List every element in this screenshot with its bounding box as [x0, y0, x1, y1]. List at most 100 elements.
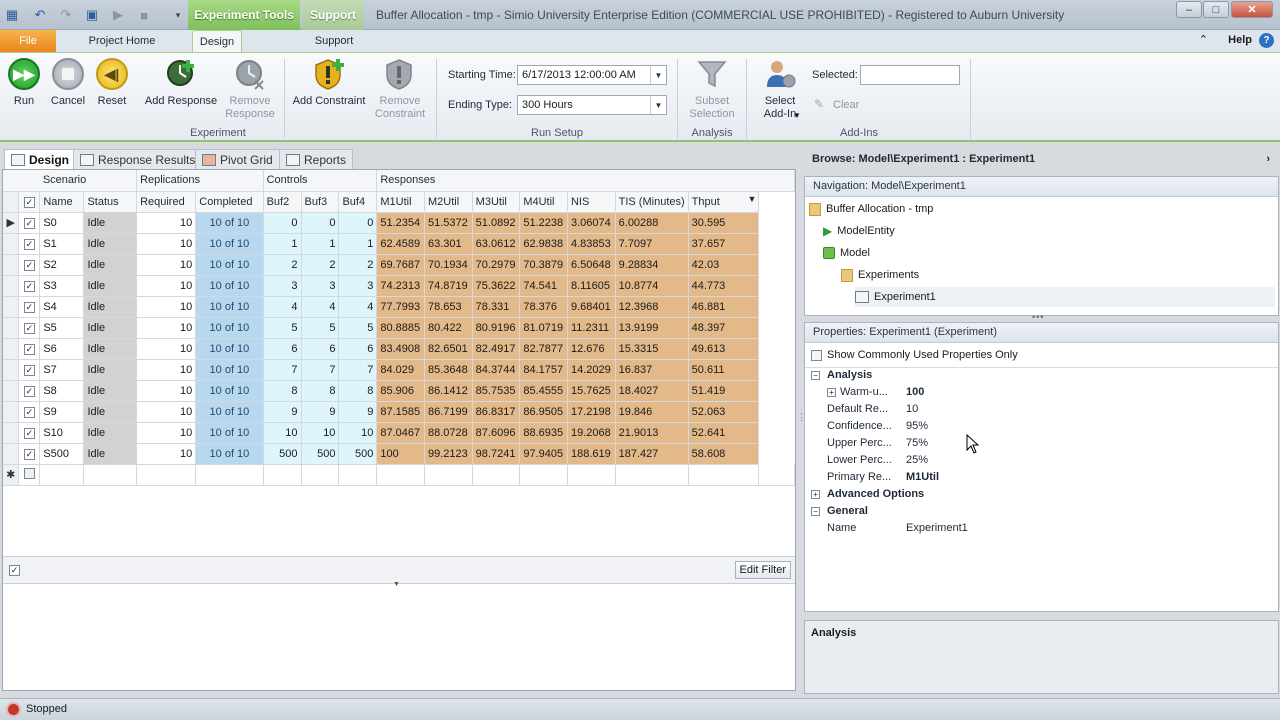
- row-indicator[interactable]: [3, 296, 20, 318]
- cell-m4util[interactable]: 62.9838: [519, 233, 568, 255]
- cell-m3util[interactable]: 98.7241: [472, 443, 521, 465]
- cell-thput[interactable]: 30.595: [688, 212, 760, 234]
- table-row[interactable]: ✓ S9 Idle 10 10 of 10 9 9 9 87.1585 86.7199 86.831…: [3, 401, 795, 423]
- cell-buf2[interactable]: 4: [263, 296, 302, 318]
- cell-thput[interactable]: 58.608: [688, 443, 760, 465]
- cell-m1util[interactable]: 69.7687: [376, 254, 426, 276]
- cell-m1util[interactable]: 80.8885: [376, 317, 426, 339]
- cell-tis[interactable]: 187.427: [615, 443, 689, 465]
- row-indicator[interactable]: [3, 422, 20, 444]
- edit-filter-button[interactable]: Edit Filter: [734, 561, 791, 579]
- cell-tis[interactable]: 18.4027: [615, 380, 689, 402]
- run-button[interactable]: ▶▶ Run: [6, 57, 42, 108]
- cell-nis[interactable]: 9.68401: [567, 296, 616, 318]
- cell-buf3[interactable]: 8: [301, 380, 340, 402]
- cell-m3util[interactable]: 63.0612: [472, 233, 521, 255]
- cell-name[interactable]: S500: [39, 443, 85, 465]
- cell-required[interactable]: 10: [136, 233, 197, 255]
- cell-buf2[interactable]: 6: [263, 338, 302, 360]
- cell-m4util[interactable]: 84.1757: [519, 359, 568, 381]
- cell-m2util[interactable]: 63.301: [424, 233, 473, 255]
- cell-m3util[interactable]: 78.331: [472, 296, 521, 318]
- splitter-handle-icon[interactable]: ▼: [393, 581, 400, 588]
- filter-enable-checkbox[interactable]: ✓: [9, 565, 20, 576]
- row-checkbox[interactable]: ✓: [18, 401, 41, 423]
- cell-completed[interactable]: 10 of 10: [195, 338, 264, 360]
- cell-m1util[interactable]: 87.1585: [376, 401, 426, 423]
- help-icon[interactable]: ?: [1259, 33, 1274, 48]
- remove-response-button[interactable]: Remove Response: [222, 57, 278, 121]
- cell-nis[interactable]: 3.06074: [567, 212, 616, 234]
- cell-m1util[interactable]: 87.0467: [376, 422, 426, 444]
- clear-button[interactable]: Clear: [833, 99, 859, 111]
- col-header-m4util[interactable]: M4Util: [519, 191, 568, 213]
- cell-m2util[interactable]: 86.1412: [424, 380, 473, 402]
- row-checkbox[interactable]: ✓: [18, 233, 41, 255]
- cell-tis[interactable]: 9.28834: [615, 254, 689, 276]
- category-analysis[interactable]: − Analysis: [805, 369, 1277, 386]
- file-tab[interactable]: File: [0, 30, 56, 52]
- tab-design-view[interactable]: Design: [4, 149, 77, 169]
- col-header-buf2[interactable]: Buf2: [263, 191, 302, 213]
- cell-nis[interactable]: 12.676: [567, 338, 616, 360]
- cell-completed[interactable]: 10 of 10: [195, 296, 264, 318]
- cell-m2util[interactable]: 99.2123: [424, 443, 473, 465]
- table-row[interactable]: ✓ S1 Idle 10 10 of 10 1 1 1 62.4589 63.301 63.0612…: [3, 233, 795, 255]
- cell-required[interactable]: 10: [136, 443, 197, 465]
- cell-m2util[interactable]: 82.6501: [424, 338, 473, 360]
- app-icon[interactable]: ▦: [2, 5, 22, 25]
- close-button[interactable]: ✕: [1231, 1, 1273, 18]
- cell-m2util[interactable]: 86.7199: [424, 401, 473, 423]
- row-checkbox[interactable]: ✓: [18, 317, 41, 339]
- cell-tis[interactable]: 7.7097: [615, 233, 689, 255]
- cell-buf3[interactable]: 2: [301, 254, 340, 276]
- table-row[interactable]: ✓ S10 Idle 10 10 of 10 10 10 10 87.0467 88.0728 87…: [3, 422, 795, 444]
- prop-value[interactable]: 10: [906, 403, 918, 415]
- subset-selection-button[interactable]: Subset Selection: [684, 57, 740, 121]
- qat-customize-icon[interactable]: ▾: [168, 5, 188, 25]
- cell-m3util[interactable]: 86.8317: [472, 401, 521, 423]
- cell-thput[interactable]: 50.611: [688, 359, 760, 381]
- new-row[interactable]: ✱: [3, 464, 795, 486]
- cell-buf2[interactable]: 0: [263, 212, 302, 234]
- cell-thput[interactable]: 46.881: [688, 296, 760, 318]
- filter-icon[interactable]: ▼: [748, 194, 757, 204]
- cell-buf3[interactable]: 500: [301, 443, 340, 465]
- tab-response-results[interactable]: Response Results: [73, 149, 203, 169]
- cell-tis[interactable]: 15.3315: [615, 338, 689, 360]
- cell-required[interactable]: 10: [136, 254, 197, 276]
- cell-buf2[interactable]: 5: [263, 317, 302, 339]
- dropdown-arrow-icon[interactable]: ▼: [650, 66, 666, 84]
- cell-m3util[interactable]: 85.7535: [472, 380, 521, 402]
- context-tab-experiment-tools[interactable]: Experiment Tools: [188, 0, 300, 30]
- col-header-buf4[interactable]: Buf4: [338, 191, 378, 213]
- cell-m4util[interactable]: 82.7877: [519, 338, 568, 360]
- row-checkbox[interactable]: ✓: [18, 296, 41, 318]
- cell-completed[interactable]: 10 of 10: [195, 359, 264, 381]
- cell-tis[interactable]: 6.00288: [615, 212, 689, 234]
- cell-required[interactable]: 10: [136, 359, 197, 381]
- cell-required[interactable]: 10: [136, 380, 197, 402]
- expand-icon[interactable]: +: [827, 388, 836, 397]
- prop-value[interactable]: 95%: [906, 420, 928, 432]
- cell-m3util[interactable]: 51.0892: [472, 212, 521, 234]
- prop-row-upper-percentile[interactable]: Upper Perc... 75%: [805, 437, 1277, 454]
- cell-buf3[interactable]: 9: [301, 401, 340, 423]
- cell-m4util[interactable]: 81.0719: [519, 317, 568, 339]
- prop-value[interactable]: M1Util: [906, 471, 939, 483]
- cell-buf2[interactable]: 500: [263, 443, 302, 465]
- tab-support[interactable]: Support: [306, 30, 362, 52]
- table-row[interactable]: ✓ S8 Idle 10 10 of 10 8 8 8 85.906 86.1412 85.7535…: [3, 380, 795, 402]
- cell-status[interactable]: Idle: [83, 443, 138, 465]
- selected-addin-field[interactable]: [860, 65, 960, 85]
- cell-name[interactable]: S10: [39, 422, 85, 444]
- cell-status[interactable]: Idle: [83, 380, 138, 402]
- cell-buf4[interactable]: 6: [338, 338, 378, 360]
- cell-completed[interactable]: 10 of 10: [195, 212, 264, 234]
- prop-value[interactable]: 100: [906, 386, 924, 398]
- row-indicator[interactable]: [3, 380, 20, 402]
- cell-buf2[interactable]: 8: [263, 380, 302, 402]
- table-row[interactable]: ✓ S4 Idle 10 10 of 10 4 4 4 77.7993 78.653 78.331 7…: [3, 296, 795, 318]
- col-header-nis[interactable]: NIS: [567, 191, 616, 213]
- row-indicator[interactable]: [3, 338, 20, 360]
